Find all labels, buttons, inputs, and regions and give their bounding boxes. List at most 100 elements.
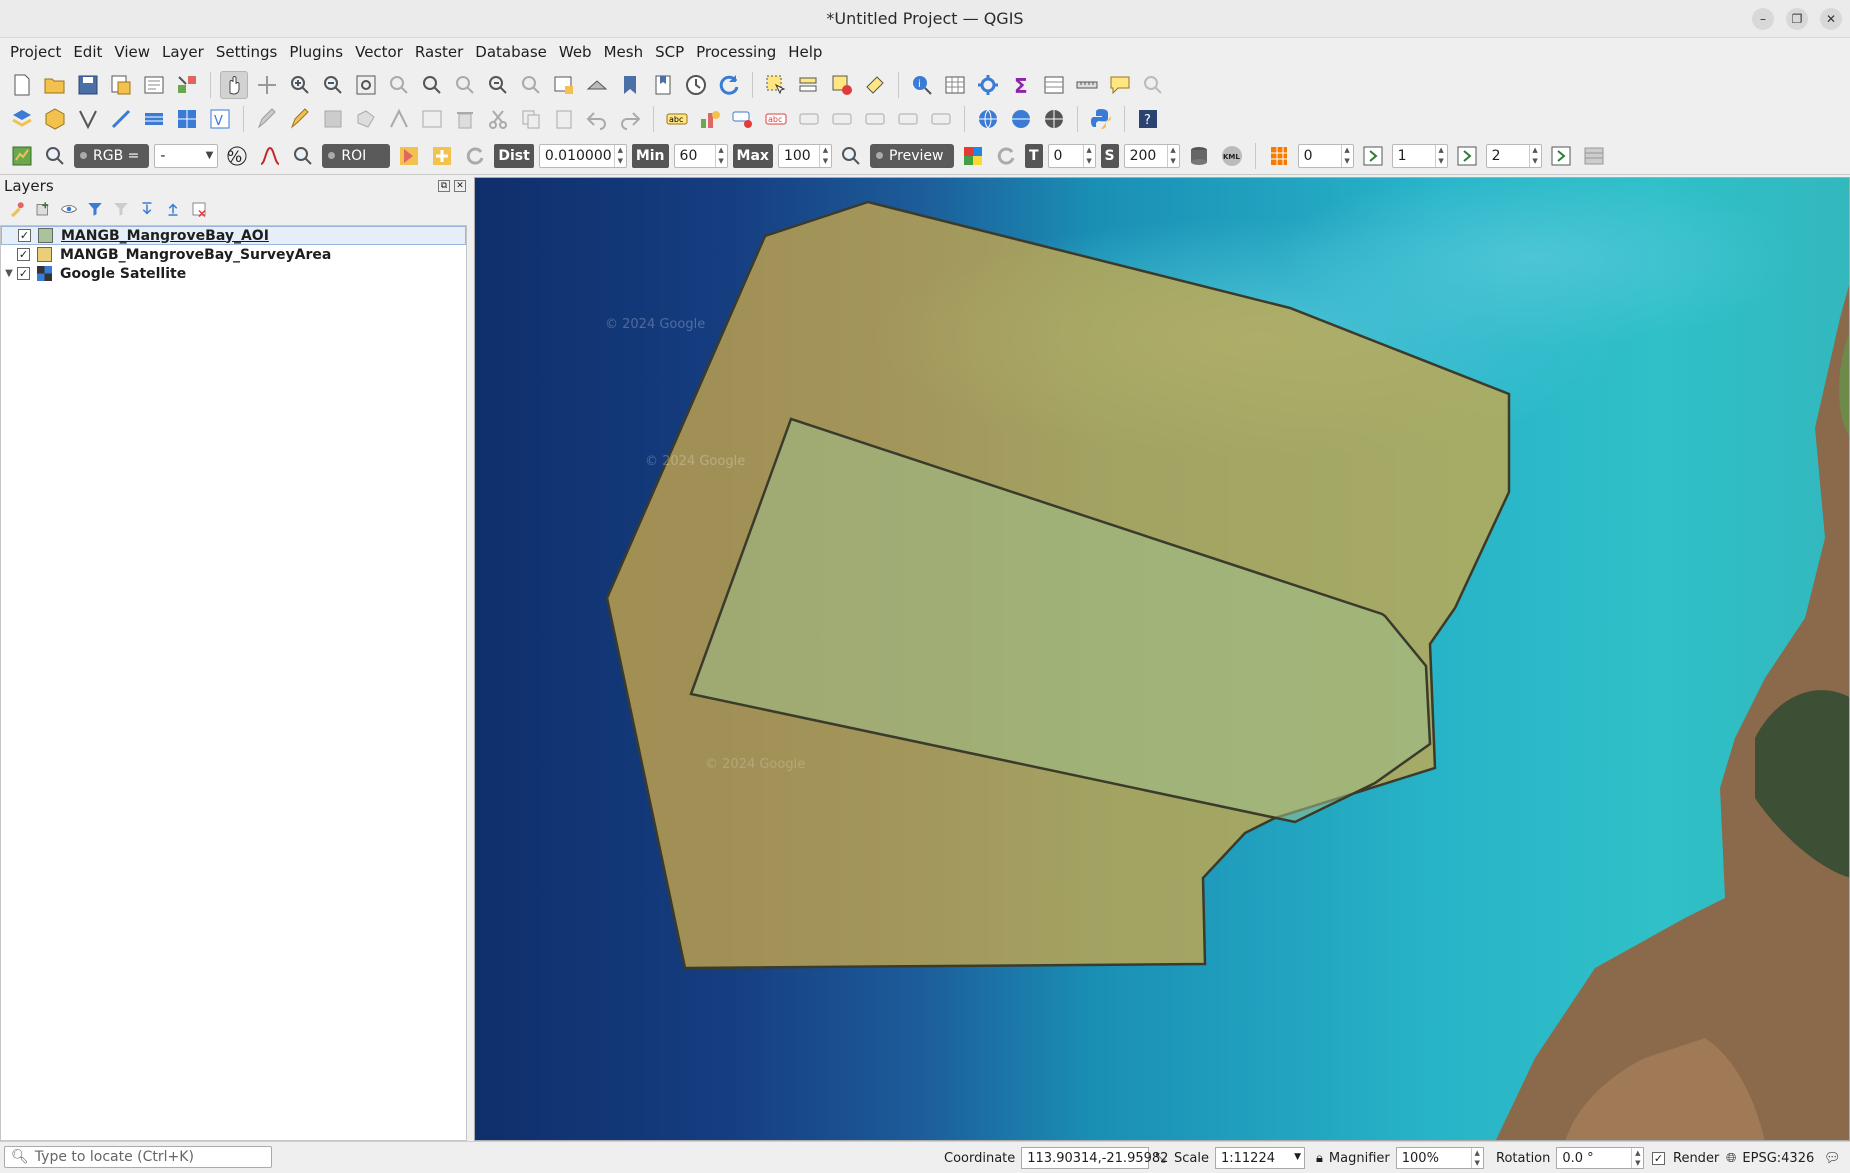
next-band-icon[interactable] (1359, 142, 1387, 170)
zoom-in-icon[interactable] (286, 71, 314, 99)
identify-features-icon[interactable]: i (908, 71, 936, 99)
locator-search-icon[interactable] (1139, 71, 1167, 99)
pin-labels-icon[interactable] (729, 105, 757, 133)
minimize-button[interactable]: – (1752, 8, 1774, 30)
spin-arrows-icon[interactable]: ▲ ▼ (714, 144, 727, 167)
copy-features-icon[interactable] (517, 105, 545, 133)
add-virtual-layer-icon[interactable]: V (206, 105, 234, 133)
s-input[interactable]: 200 ▲ ▼ (1123, 143, 1180, 168)
diagram-tool-icon[interactable] (696, 105, 724, 133)
spin-arrows-icon[interactable]: ▲ ▼ (818, 144, 831, 167)
redo-preview-icon[interactable] (992, 142, 1020, 170)
open-project-icon[interactable] (41, 71, 69, 99)
label-tool-icon[interactable]: abc (663, 105, 691, 133)
manage-visibility-icon[interactable] (60, 200, 78, 218)
paste-features-icon[interactable] (550, 105, 578, 133)
remove-layer-icon[interactable] (190, 200, 208, 218)
local-std-stretch-icon[interactable] (256, 142, 284, 170)
local-cumulative-stretch-icon[interactable]: % (223, 142, 251, 170)
next-band-icon[interactable] (1547, 142, 1575, 170)
help-icon[interactable]: ? (1134, 105, 1162, 133)
zoom-roi-icon[interactable] (289, 142, 317, 170)
band-set-icon[interactable] (1265, 142, 1293, 170)
restore-button[interactable]: ❐ (1786, 8, 1808, 30)
zoom-next-icon[interactable] (517, 71, 545, 99)
band-input-1[interactable]: 1 ▲ ▼ (1391, 143, 1448, 168)
preview-toggle[interactable]: Preview (869, 143, 954, 168)
menu-plugins[interactable]: Plugins (283, 43, 349, 61)
close-button[interactable]: ✕ (1820, 8, 1842, 30)
redo-icon[interactable] (616, 105, 644, 133)
select-by-value-icon[interactable] (795, 71, 823, 99)
band-combination-icon[interactable] (1580, 142, 1608, 170)
spin-arrows-icon[interactable]: ▲ ▼ (1166, 144, 1179, 167)
layer-visibility-checkbox[interactable]: ✓ (17, 267, 30, 280)
scale-combobox[interactable]: 1:11224 ▼ (1214, 1147, 1305, 1169)
python-console-icon[interactable] (1087, 105, 1115, 133)
data-source-manager-icon[interactable] (8, 105, 36, 133)
expand-all-icon[interactable] (138, 200, 156, 218)
t-input[interactable]: 0 ▲ ▼ (1047, 143, 1096, 168)
modify-attributes-icon[interactable] (418, 105, 446, 133)
band-input-2[interactable]: 2 ▲ ▼ (1485, 143, 1542, 168)
filter-legend-icon[interactable] (86, 200, 104, 218)
undo-icon[interactable] (583, 105, 611, 133)
spin-arrows-icon[interactable]: ▲ ▼ (1340, 144, 1353, 167)
classification-preview-icon[interactable] (959, 142, 987, 170)
label-history-icon[interactable] (927, 105, 955, 133)
current-edits-icon[interactable] (253, 105, 281, 133)
roi-toggle[interactable]: ROI (322, 143, 391, 168)
open-attribute-table-icon[interactable] (941, 71, 969, 99)
cut-features-icon[interactable] (484, 105, 512, 133)
float-panel-icon[interactable]: ⧉ (438, 180, 450, 192)
layer-visibility-checkbox[interactable]: ✓ (18, 229, 31, 242)
rgb-toggle[interactable]: RGB = (74, 143, 150, 168)
layer-row-aoi[interactable]: ✓ MANGB_MangroveBay_AOI (1, 226, 466, 245)
processing-toolbox-icon[interactable] (974, 71, 1002, 99)
move-label-icon[interactable] (795, 105, 823, 133)
new-shapefile-layer-icon[interactable] (74, 105, 102, 133)
new-3d-view-icon[interactable] (583, 71, 611, 99)
save-as-icon[interactable] (107, 71, 135, 99)
spin-arrows-icon[interactable]: ▲ ▼ (1470, 1148, 1483, 1168)
bookmark-icon[interactable] (616, 71, 644, 99)
spin-arrows-icon[interactable]: ▲ ▼ (1082, 144, 1095, 167)
spin-arrows-icon[interactable]: ▲ ▼ (613, 144, 626, 167)
temporal-controller-icon[interactable] (682, 71, 710, 99)
band-input-0[interactable]: 0 ▲ ▼ (1297, 143, 1354, 168)
menu-edit[interactable]: Edit (67, 43, 108, 61)
min-input[interactable]: 60 ▲ ▼ (673, 143, 728, 168)
messages-group[interactable]: 💬︎ (1824, 1146, 1841, 1170)
collapse-all-icon[interactable] (164, 200, 182, 218)
render-checkbox[interactable]: ✓ (1652, 1151, 1665, 1165)
create-roi-icon[interactable] (395, 142, 423, 170)
new-map-view-icon[interactable] (550, 71, 578, 99)
save-project-icon[interactable] (74, 71, 102, 99)
label-callout-icon[interactable] (894, 105, 922, 133)
menu-processing[interactable]: Processing (690, 43, 782, 61)
map-canvas[interactable]: © 2024 Google © 2024 Google © 2024 Googl… (474, 177, 1850, 1141)
new-geopackage-layer-icon[interactable] (41, 105, 69, 133)
redo-roi-icon[interactable] (461, 142, 489, 170)
max-input[interactable]: 100 ▲ ▼ (777, 143, 832, 168)
dist-input[interactable]: 0.010000 ▲ ▼ (538, 143, 627, 168)
menu-view[interactable]: View (108, 43, 156, 61)
menu-layer[interactable]: Layer (156, 43, 210, 61)
deselect-features-icon[interactable] (828, 71, 856, 99)
zoom-out-icon[interactable] (319, 71, 347, 99)
crs-group[interactable]: 🌐︎ EPSG:4326 (1726, 1146, 1814, 1170)
kml-icon[interactable]: KML (1218, 142, 1246, 170)
select-location-icon[interactable] (861, 71, 889, 99)
add-wcs-layer-icon[interactable] (1040, 105, 1068, 133)
menu-help[interactable]: Help (782, 43, 828, 61)
locator-input[interactable]: 🔍︎ Type to locate (Ctrl+K) (4, 1146, 272, 1168)
messages-icon[interactable]: 💬︎ (1824, 1151, 1841, 1166)
new-virtual-layer-icon[interactable] (140, 105, 168, 133)
statistical-summary-icon[interactable]: Σ (1007, 71, 1035, 99)
rotate-label-icon[interactable] (828, 105, 856, 133)
lock-scale-icon[interactable]: 🔒︎ (1316, 1151, 1323, 1166)
toggle-editing-icon[interactable] (286, 105, 314, 133)
change-label-icon[interactable] (861, 105, 889, 133)
remove-temp-files-icon[interactable] (1185, 142, 1213, 170)
scp-dock-icon[interactable] (8, 142, 36, 170)
